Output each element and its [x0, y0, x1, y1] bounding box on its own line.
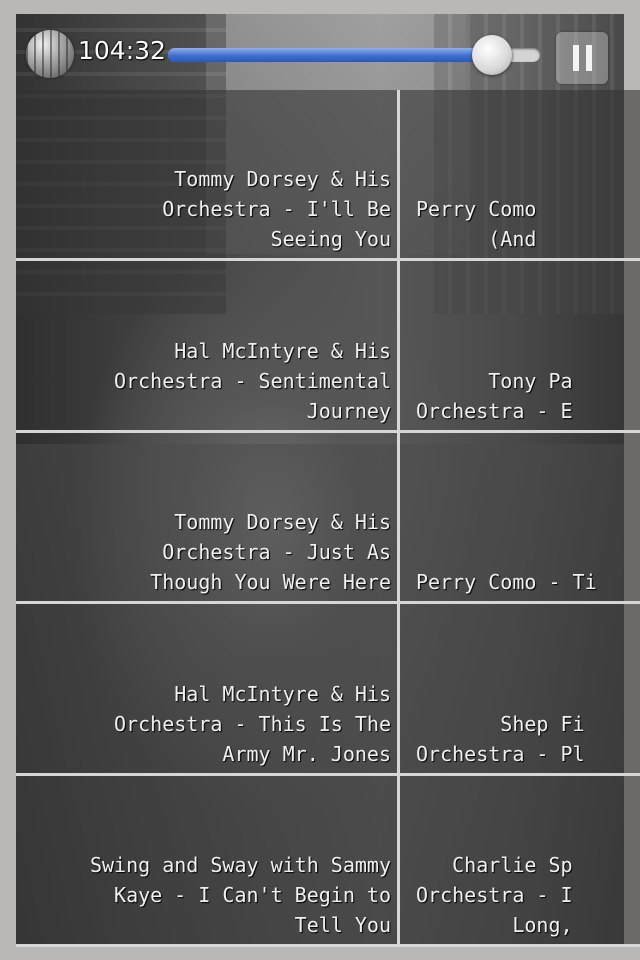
track-title-line: Orchestra - I'll Be: [162, 197, 391, 222]
progress-slider[interactable]: [168, 35, 540, 75]
track-title-line: Kaye - I Can't Begin to: [114, 882, 391, 907]
track-tile-left[interactable]: Swing and Sway with Sammy Kaye - I Can't …: [16, 775, 400, 947]
track-title-line: Tony Pa: [488, 368, 573, 393]
globe-icon[interactable]: [26, 30, 74, 78]
track-title-line: Orchestra - This Is The: [114, 711, 391, 736]
track-title-line: Though You Were Here: [150, 570, 391, 595]
track-title-line: Long,: [512, 912, 573, 937]
progress-thumb[interactable]: [471, 35, 512, 75]
player-bar: 104:32: [16, 28, 624, 84]
track-grid: Tommy Dorsey & His Orchestra - I'll Be See…: [16, 90, 640, 947]
track-tile-right[interactable]: Perry Como - Ti: [400, 432, 640, 605]
track-title-line: Army Mr. Jones: [222, 741, 391, 766]
track-tile-left[interactable]: Hal McIntyre & His Orchestra - This Is Th…: [16, 604, 400, 776]
track-title: Tommy Dorsey & His Orchestra - Just As Tho…: [150, 507, 391, 597]
track-title-line: Orchestra - I: [416, 882, 573, 907]
track-title: Swing and Sway with Sammy Kaye - I Can't …: [90, 850, 391, 940]
track-title: Perry Como (And: [416, 194, 536, 254]
track-tile-right[interactable]: Perry Como (And: [400, 90, 640, 262]
track-title-line: Charlie Sp: [452, 852, 573, 877]
track-title-line: Journey: [306, 398, 391, 423]
pause-icon-bar: [586, 45, 592, 71]
track-title-line: Perry Como - Ti: [416, 570, 597, 595]
track-title-line: Tell You: [294, 912, 391, 937]
track-title-line: (And: [488, 227, 537, 252]
track-title-line: Orchestra - Just As: [162, 540, 391, 565]
pause-icon: [573, 45, 579, 71]
track-title-line: Swing and Sway with Sammy: [89, 852, 391, 877]
track-title-line: Shep Fi: [500, 711, 585, 736]
track-tile-left[interactable]: Tommy Dorsey & His Orchestra - I'll Be See…: [16, 90, 400, 262]
track-title-line: Orchestra - E: [416, 398, 573, 423]
track-title-line: Tommy Dorsey & His: [174, 167, 391, 192]
track-tile-right[interactable]: Shep Fi Orchestra - Pl: [400, 604, 640, 776]
track-title-line: Hal McIntyre & His: [174, 681, 391, 706]
track-tile-right[interactable]: Charlie Sp Orchestra - I Long,: [400, 775, 640, 947]
track-title-line: Hal McIntyre & His: [174, 338, 391, 363]
track-tile-right[interactable]: Tony Pa Orchestra - E: [400, 261, 640, 433]
track-tile-left[interactable]: Tommy Dorsey & His Orchestra - Just As Tho…: [16, 432, 400, 605]
track-title-line: Orchestra - Sentimental: [114, 368, 391, 393]
track-title-line: Orchestra - Pl: [416, 741, 585, 766]
pause-button[interactable]: [556, 32, 608, 84]
track-title: Perry Como - Ti: [416, 567, 597, 597]
track-tile-left[interactable]: Hal McIntyre & His Orchestra - Sentimenta…: [16, 261, 400, 433]
elapsed-time: 104:32: [78, 36, 166, 65]
track-title-line: Tommy Dorsey & His: [174, 510, 391, 535]
track-title: Hal McIntyre & His Orchestra - This Is Th…: [114, 679, 391, 769]
track-title: Charlie Sp Orchestra - I Long,: [416, 850, 573, 940]
track-title: Hal McIntyre & His Orchestra - Sentimenta…: [114, 336, 391, 426]
track-title: Shep Fi Orchestra - Pl: [416, 709, 585, 769]
track-title-line: Seeing You: [270, 227, 391, 252]
track-title-line: Perry Como: [416, 197, 537, 222]
progress-fill: [168, 48, 492, 62]
track-title: Tommy Dorsey & His Orchestra - I'll Be See…: [162, 164, 391, 254]
track-title: Tony Pa Orchestra - E: [416, 366, 573, 426]
